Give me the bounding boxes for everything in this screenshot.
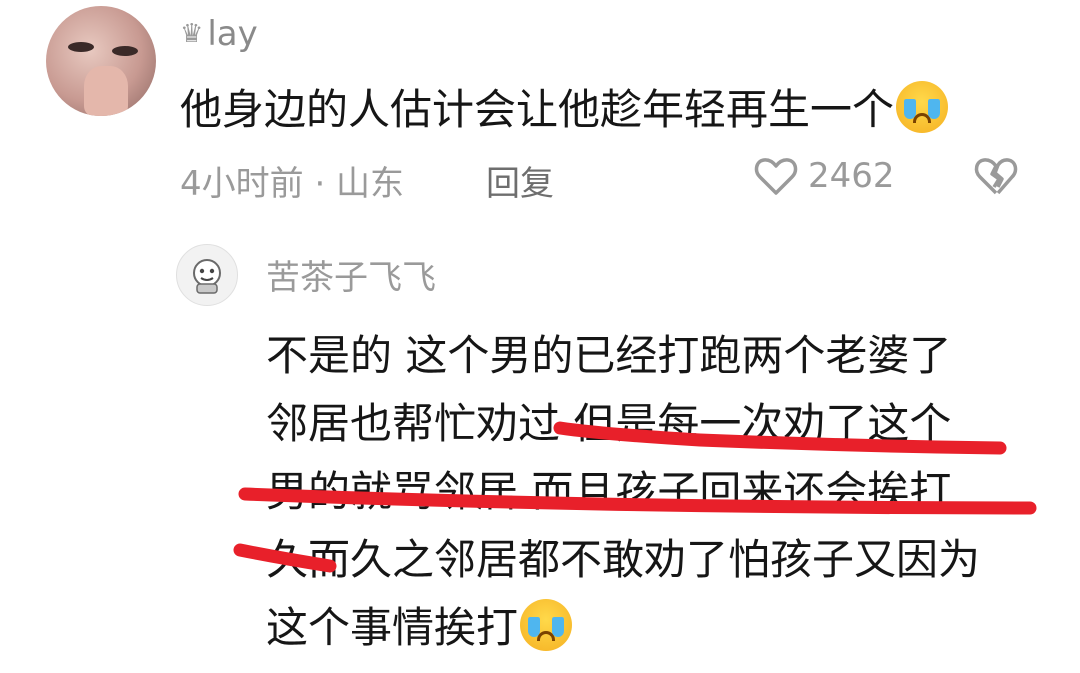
like-count: 2462 <box>808 156 895 196</box>
reply-text-line: 男的就骂邻居 而且孩子回来还会挨打 <box>266 467 952 516</box>
username-text: lay <box>207 14 258 54</box>
reply-text-last: 这个事情挨打 <box>266 603 519 652</box>
comment-body: 他身边的人估计会让他趁年轻再生一个 <box>180 85 895 134</box>
reply-text-line: 不是的 这个男的已经打跑两个老婆了 <box>266 331 952 380</box>
reply-text-line: 邻居也帮忙劝过 但是每一次劝了这个 <box>266 399 952 448</box>
reply-text-line: 这个事情挨打 <box>266 594 573 655</box>
avatar-hand <box>84 66 128 116</box>
crying-emoji-icon <box>896 80 949 133</box>
comment-text: 他身边的人估计会让他趁年轻再生一个 <box>180 76 949 137</box>
heart-icon[interactable] <box>752 152 800 200</box>
avatar[interactable] <box>46 6 156 116</box>
crying-emoji-icon <box>520 598 573 651</box>
crown-icon: ♛ <box>180 19 204 49</box>
reply-button[interactable]: 回复 <box>486 156 554 205</box>
broken-heart-icon[interactable] <box>972 152 1020 200</box>
comment-time-location: 4小时前 · 山东 <box>180 164 405 204</box>
reply-text-line: 久而久之邻居都不敢劝了怕孩子又因为 <box>266 535 981 584</box>
avatar-eye <box>68 42 94 52</box>
reply-username[interactable]: 苦茶子飞飞 <box>266 250 436 299</box>
reply-avatar[interactable] <box>176 244 238 306</box>
avatar-eye <box>112 46 138 56</box>
reply-avatar-image <box>193 259 221 294</box>
comment-username[interactable]: ♛ lay <box>180 14 258 54</box>
